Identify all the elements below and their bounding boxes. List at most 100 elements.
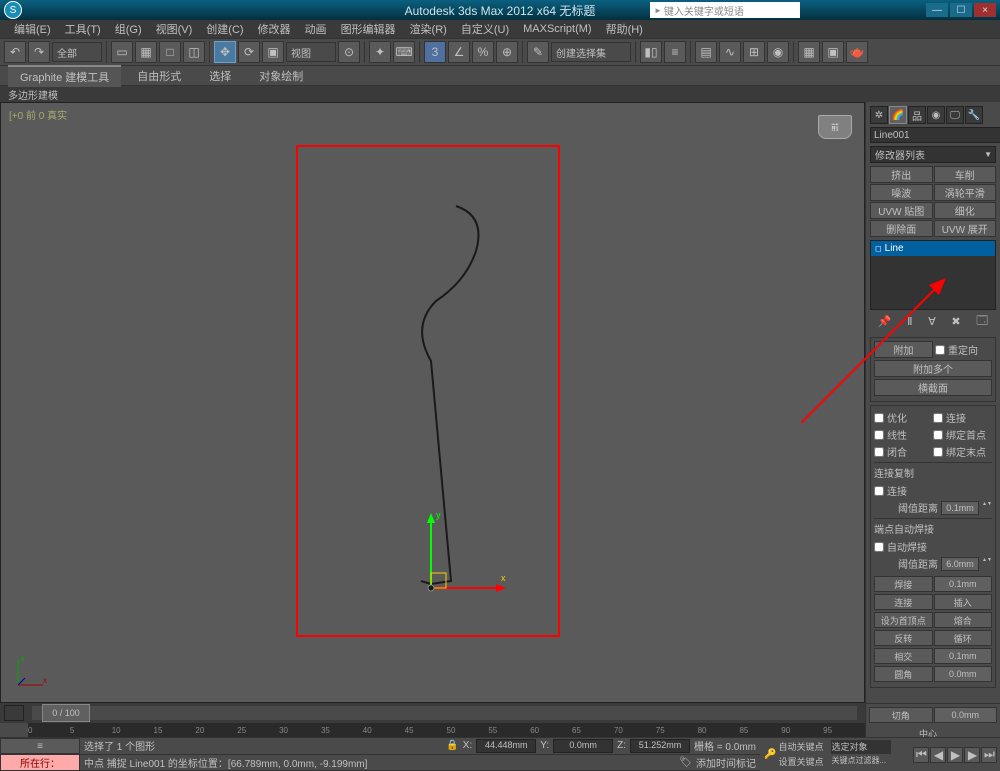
menu-customize[interactable]: 自定义(U) [455, 19, 515, 39]
manipulate-button[interactable]: ✦ [369, 41, 391, 63]
connect-check[interactable] [933, 413, 943, 423]
mod-noise[interactable]: 噪波 [870, 184, 933, 201]
rect-select-button[interactable]: □ [159, 41, 181, 63]
menu-modifiers[interactable]: 修改器 [252, 19, 297, 39]
keyboard-button[interactable]: ⌨ [393, 41, 415, 63]
time-slider[interactable]: 0 / 100 [0, 703, 865, 723]
mod-deletemesh[interactable]: 删除面 [870, 220, 933, 237]
attach-button[interactable]: 附加 [874, 341, 933, 358]
viewcube[interactable]: 前 [818, 115, 852, 139]
copy-connect-check[interactable] [874, 486, 884, 496]
tab-freeform[interactable]: 自由形式 [125, 66, 193, 86]
play-icon[interactable]: ▶ [947, 747, 963, 763]
spinner-icon[interactable]: ▲▼ [982, 501, 992, 515]
next-frame-icon[interactable]: ▶ [964, 747, 980, 763]
align-button[interactable]: ≡ [664, 41, 686, 63]
reorient-check[interactable] [935, 345, 945, 355]
cross-button[interactable]: 相交 [874, 648, 933, 664]
menu-edit[interactable]: 编辑(E) [8, 19, 57, 39]
object-name-input[interactable] [870, 127, 1000, 143]
remove-icon[interactable]: ✖ [951, 315, 960, 328]
tab-graphite[interactable]: Graphite 建模工具 [8, 65, 121, 87]
closed-check[interactable] [874, 447, 884, 457]
setkey-button[interactable]: 设置关键点 [778, 755, 830, 769]
show-result-icon[interactable]: Ⅱ [907, 315, 912, 328]
angle-snap-button[interactable]: ∠ [448, 41, 470, 63]
menu-render[interactable]: 渲染(R) [404, 19, 453, 39]
pin-icon[interactable]: 📌 [878, 315, 892, 328]
mirror-button[interactable]: ▮▯ [640, 41, 662, 63]
pivot-button[interactable]: ⊙ [338, 41, 360, 63]
configure-icon[interactable]: 🗔 [976, 312, 988, 331]
time-slider-handle[interactable]: 0 / 100 [42, 704, 90, 722]
menu-maxscript[interactable]: MAXScript(M) [517, 21, 597, 37]
optimize-check[interactable] [874, 413, 884, 423]
prev-frame-icon[interactable]: ◀ [930, 747, 946, 763]
mod-uvwmap[interactable]: UVW 贴图 [870, 202, 933, 219]
ref-coord[interactable]: 视图 [286, 42, 336, 62]
autokey-button[interactable]: 自动关键点 [778, 740, 830, 754]
y-coord[interactable]: 0.0mm [553, 739, 613, 753]
ribbon-subbar[interactable]: 多边形建模 [0, 86, 1000, 102]
move-gizmo[interactable]: y x [416, 503, 516, 603]
menu-group[interactable]: 组(G) [109, 19, 148, 39]
insert-button[interactable]: 插入 [934, 594, 993, 610]
menu-help[interactable]: 帮助(H) [600, 19, 649, 39]
named-selection[interactable]: 创建选择集 [551, 42, 631, 62]
viewport[interactable]: [+0 前 0 真实 前 y x y x [0, 102, 865, 703]
chamfer-button[interactable]: 切角 [869, 707, 933, 723]
select-button[interactable]: ▭ [111, 41, 133, 63]
cycle-button[interactable]: 循环 [934, 630, 993, 646]
autoweld-check[interactable] [874, 542, 884, 552]
minimize-button[interactable]: — [926, 3, 948, 17]
undo-button[interactable]: ↶ [4, 41, 26, 63]
modifier-list[interactable]: 修改器列表 [870, 146, 996, 163]
menu-view[interactable]: 视图(V) [150, 19, 199, 39]
script-listener[interactable]: 所在行： [0, 754, 80, 771]
fillet-button[interactable]: 圆角 [874, 666, 933, 682]
menu-animation[interactable]: 动画 [299, 19, 333, 39]
menu-tools[interactable]: 工具(T) [59, 19, 107, 39]
edit-named-button[interactable]: ✎ [527, 41, 549, 63]
snap-button[interactable]: 3 [424, 41, 446, 63]
stack-item-line[interactable]: Line [871, 241, 995, 256]
bind-first-check[interactable] [933, 430, 943, 440]
tag-icon[interactable]: 🏷 [679, 757, 692, 768]
goto-end-icon[interactable]: ⏭ [981, 747, 997, 763]
utilities-tab[interactable]: 🔧 [965, 106, 983, 124]
modifier-stack[interactable]: Line [870, 240, 996, 310]
motion-tab[interactable]: ◉ [927, 106, 945, 124]
bind-last-check[interactable] [933, 447, 943, 457]
spinner-snap-button[interactable]: ⊕ [496, 41, 518, 63]
hierarchy-tab[interactable]: 品 [908, 106, 926, 124]
unique-icon[interactable]: ∀ [928, 315, 936, 328]
slider-left-icon[interactable] [4, 705, 24, 721]
mod-uvwunwrap[interactable]: UVW 展开 [934, 220, 997, 237]
connect-button[interactable]: 连接 [874, 594, 933, 610]
copy-thresh-val[interactable]: 0.1mm [941, 501, 979, 515]
keyfilter-button[interactable]: 关键点过滤器... [831, 755, 911, 769]
window-crossing-button[interactable]: ◫ [183, 41, 205, 63]
lock-icon[interactable]: 🔒 [446, 740, 458, 751]
weld-button[interactable]: 焊接 [874, 576, 933, 592]
search-input[interactable]: 键入关键字或短语 [650, 2, 800, 18]
app-logo[interactable]: S [4, 1, 22, 19]
display-tab[interactable]: 🖵 [946, 106, 964, 124]
reverse-button[interactable]: 反转 [874, 630, 933, 646]
mod-turbosmooth[interactable]: 涡轮平滑 [934, 184, 997, 201]
weld-thresh-val[interactable]: 6.0mm [941, 557, 979, 571]
goto-start-icon[interactable]: ⏮ [913, 747, 929, 763]
fuse-button[interactable]: 熔合 [934, 612, 993, 628]
menu-create[interactable]: 创建(C) [200, 19, 249, 39]
modify-tab[interactable]: 🌈 [889, 106, 907, 124]
menu-grapheditors[interactable]: 图形编辑器 [335, 19, 402, 39]
render-setup-button[interactable]: ▦ [798, 41, 820, 63]
create-tab[interactable]: ✲ [870, 106, 888, 124]
z-coord[interactable]: 51.252mm [630, 739, 690, 753]
rotate-button[interactable]: ⟳ [238, 41, 260, 63]
tab-select[interactable]: 选择 [197, 66, 243, 86]
time-ruler[interactable]: 05 1015 2025 3035 4045 5055 6065 7075 80… [28, 723, 865, 737]
maximize-button[interactable]: ☐ [950, 3, 972, 17]
add-time-tag[interactable]: 添加时间标记 [696, 755, 756, 770]
mod-extrude[interactable]: 挤出 [870, 166, 933, 183]
